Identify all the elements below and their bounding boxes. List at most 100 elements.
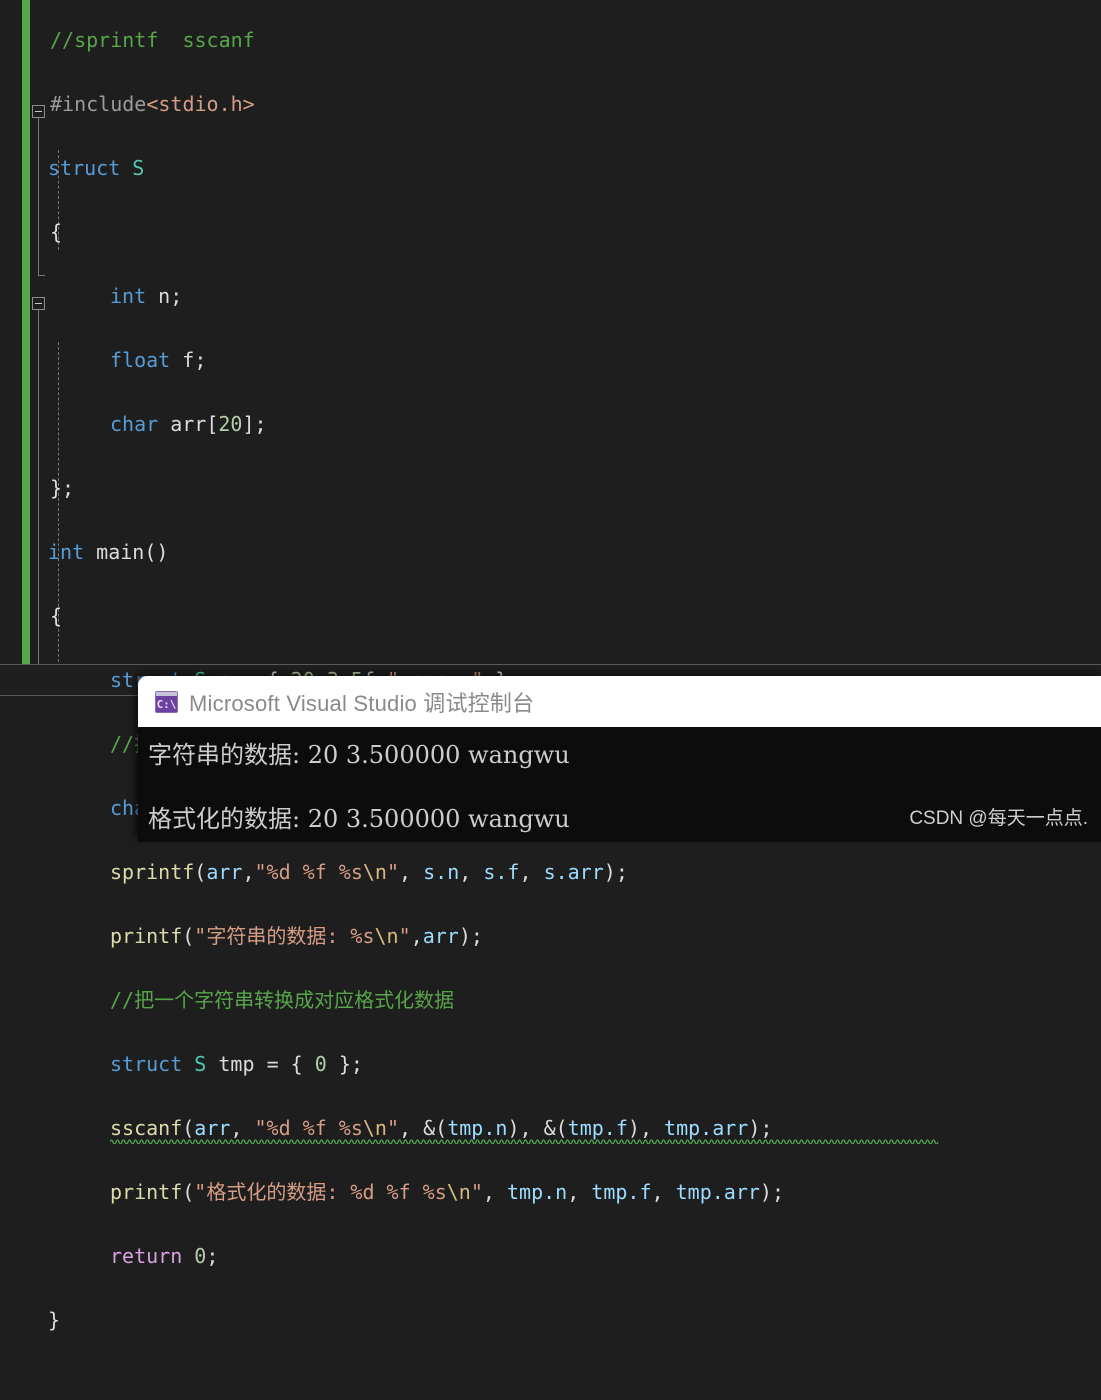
code-line[interactable]: { bbox=[0, 600, 1101, 632]
code-line[interactable]: { bbox=[0, 216, 1101, 248]
variable-token: tmp.arr bbox=[675, 1180, 760, 1204]
variable-token: s.f bbox=[483, 860, 520, 884]
console-title-text: Microsoft Visual Studio 调试控制台 bbox=[189, 690, 535, 716]
keyword-token: float bbox=[110, 348, 171, 372]
semicolon-token: ; bbox=[194, 348, 207, 372]
code-line[interactable]: sscanf(arr, "%d %f %s\n", &(tmp.n), &(tm… bbox=[0, 1112, 1101, 1144]
comma-token: , bbox=[399, 860, 412, 884]
code-line[interactable]: int main() bbox=[0, 536, 1101, 568]
escape-token: \n bbox=[446, 1180, 471, 1204]
brace-token: }; bbox=[50, 476, 75, 500]
identifier-token: arr bbox=[170, 412, 207, 436]
keyword-token: struct bbox=[48, 156, 121, 180]
code-line[interactable]: #include<stdio.h> bbox=[0, 88, 1101, 120]
console-title-bar[interactable]: C:\ Microsoft Visual Studio 调试控制台 bbox=[138, 676, 1101, 727]
code-line[interactable]: float f; bbox=[0, 344, 1101, 376]
function-call-token: printf bbox=[110, 1180, 183, 1204]
paren-token: ( bbox=[182, 1180, 195, 1204]
code-line[interactable]: }; bbox=[0, 472, 1101, 504]
string-token: " bbox=[398, 924, 411, 948]
paren-token: ); bbox=[458, 924, 483, 948]
comma-token: , bbox=[459, 860, 472, 884]
keyword-token: int bbox=[48, 540, 85, 564]
comma-token: , bbox=[399, 1116, 412, 1140]
comma-token: , bbox=[651, 1180, 664, 1204]
csdn-watermark: CSDN @每天一点点. bbox=[909, 808, 1088, 829]
comma-token: , bbox=[567, 1180, 580, 1204]
error-squiggle-icon bbox=[110, 1139, 939, 1144]
number-token: 20 bbox=[218, 412, 243, 436]
semicolon-token: ; bbox=[206, 1244, 219, 1268]
bracket-token: ]; bbox=[242, 412, 267, 436]
brace-token: { bbox=[50, 604, 63, 628]
identifier-token: tmp bbox=[218, 1052, 255, 1076]
escape-token: \n bbox=[362, 860, 387, 884]
escape-token: \n bbox=[362, 1116, 387, 1140]
variable-token: tmp.n bbox=[506, 1180, 568, 1204]
type-token: S bbox=[132, 156, 145, 180]
include-path-token: <stdio.h> bbox=[146, 92, 255, 116]
brace-token: }; bbox=[338, 1052, 363, 1076]
bracket-token: [ bbox=[206, 412, 219, 436]
variable-token: s.arr bbox=[543, 860, 604, 884]
code-line[interactable]: struct S bbox=[0, 152, 1101, 184]
code-line[interactable]: return 0; bbox=[0, 1240, 1101, 1272]
paren-token: ) bbox=[507, 1116, 520, 1140]
paren-token: ( bbox=[182, 924, 195, 948]
variable-token: s.n bbox=[423, 860, 460, 884]
code-line[interactable]: //sprintf sscanf bbox=[0, 24, 1101, 56]
paren-token: ); bbox=[603, 860, 628, 884]
comma-token: , bbox=[519, 860, 532, 884]
code-line[interactable]: printf("字符串的数据: %s\n",arr); bbox=[0, 920, 1101, 952]
comma-token: , bbox=[230, 1116, 243, 1140]
keyword-token: char bbox=[110, 412, 159, 436]
console-icon-glyph: C:\ bbox=[156, 697, 177, 711]
function-name-token: main() bbox=[96, 540, 169, 564]
keyword-token: return bbox=[110, 1244, 183, 1268]
keyword-token: struct bbox=[110, 1052, 183, 1076]
variable-token: tmp.arr bbox=[664, 1116, 749, 1140]
comma-token: , bbox=[242, 860, 255, 884]
string-token: " bbox=[386, 1116, 400, 1140]
variable-token: tmp.n bbox=[447, 1116, 508, 1140]
variable-token: arr bbox=[422, 924, 459, 948]
operator-token: &( bbox=[423, 1116, 448, 1140]
variable-token: tmp.f bbox=[567, 1116, 628, 1140]
paren-token: ( bbox=[182, 1116, 195, 1140]
code-line[interactable]: } bbox=[0, 1304, 1101, 1336]
preprocessor-token: #include bbox=[50, 92, 147, 116]
comma-token: , bbox=[519, 1116, 532, 1140]
comma-token: , bbox=[482, 1180, 495, 1204]
string-token: "%d %f %s bbox=[254, 860, 363, 884]
code-line[interactable]: sprintf(arr,"%d %f %s\n", s.n, s.f, s.ar… bbox=[0, 856, 1101, 888]
operator-token: = bbox=[266, 1052, 279, 1076]
identifier-token: f bbox=[182, 348, 195, 372]
number-token: 0 bbox=[194, 1244, 207, 1268]
function-call-token: sscanf bbox=[110, 1116, 183, 1140]
paren-token: ); bbox=[759, 1180, 784, 1204]
brace-token: { bbox=[50, 220, 63, 244]
code-line[interactable]: char arr[20]; bbox=[0, 408, 1101, 440]
code-line[interactable]: //把一个字符串转换成对应格式化数据 bbox=[0, 984, 1101, 1016]
code-lines-container[interactable]: //sprintf sscanf #include<stdio.h> struc… bbox=[0, 0, 1101, 1332]
variable-token: arr bbox=[194, 1116, 231, 1140]
paren-token: ( bbox=[194, 860, 207, 884]
code-line[interactable]: printf("格式化的数据: %d %f %s\n", tmp.n, tmp.… bbox=[0, 1176, 1101, 1208]
code-line[interactable]: int n; bbox=[0, 280, 1101, 312]
comma-token: , bbox=[410, 924, 423, 948]
identifier-token: n bbox=[158, 284, 171, 308]
code-line[interactable]: struct S tmp = { 0 }; bbox=[0, 1048, 1101, 1080]
console-cmd-icon: C:\ bbox=[155, 690, 178, 713]
operator-token: &( bbox=[543, 1116, 568, 1140]
function-call-token: printf bbox=[110, 924, 183, 948]
paren-token: ); bbox=[748, 1116, 773, 1140]
comment-token: //sprintf sscanf bbox=[50, 28, 255, 52]
variable-token: tmp.f bbox=[591, 1180, 652, 1204]
comma-token: , bbox=[639, 1116, 652, 1140]
escape-token: \n bbox=[374, 924, 399, 948]
keyword-token: int bbox=[110, 284, 147, 308]
brace-token: { bbox=[290, 1052, 303, 1076]
brace-token: } bbox=[48, 1308, 61, 1332]
variable-token: arr bbox=[206, 860, 243, 884]
function-call-token: sprintf bbox=[110, 860, 195, 884]
